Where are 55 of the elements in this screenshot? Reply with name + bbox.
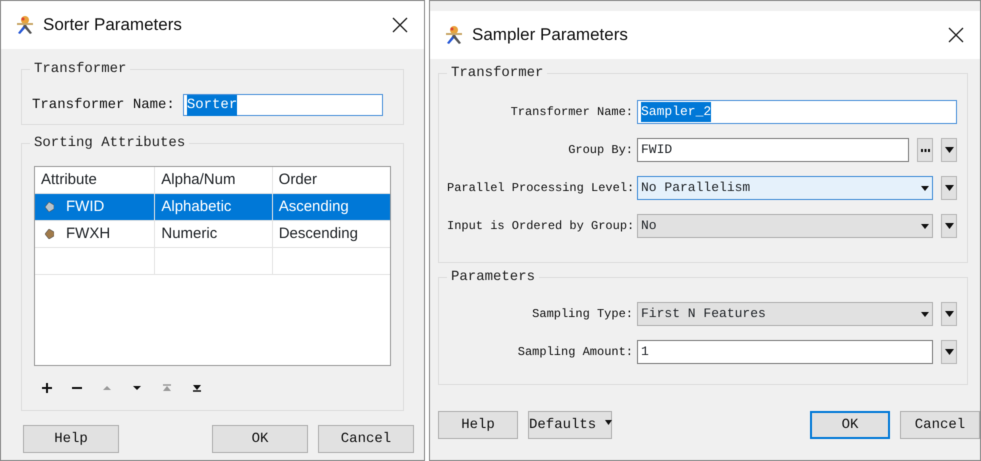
column-header: Alpha/Num bbox=[155, 167, 273, 193]
attribute-icon bbox=[45, 202, 54, 212]
field-label: Sampling Type: bbox=[531, 306, 633, 323]
dropdown-arrow-icon bbox=[921, 186, 929, 190]
text-field[interactable]: FWID bbox=[637, 138, 909, 162]
table-cell-text: Descending bbox=[278, 224, 358, 244]
dialog-button[interactable]: OK bbox=[810, 411, 890, 439]
text-field[interactable]: Sampler_2 bbox=[637, 100, 957, 124]
caret-icon bbox=[944, 311, 954, 317]
dialog-button[interactable]: Cancel bbox=[900, 411, 980, 439]
caret-icon bbox=[944, 223, 954, 229]
dropdown-field[interactable]: First N Features bbox=[637, 302, 933, 326]
ellipsis-icon bbox=[920, 148, 930, 152]
table-cell-text: FWXH bbox=[66, 224, 110, 244]
dialog-button[interactable]: Help bbox=[23, 425, 119, 453]
table-row[interactable]: FWXH Numeric Descending bbox=[35, 221, 390, 248]
dialog-title: Sampler Parameters bbox=[472, 24, 629, 46]
dropdown-button[interactable]: Defaults bbox=[528, 411, 612, 439]
table-row[interactable]: FWID Alphabetic Ascending bbox=[35, 194, 390, 221]
dropdown-field[interactable]: No Parallelism bbox=[637, 176, 933, 200]
field-label: Group By: bbox=[567, 142, 633, 159]
table-cell-text: Numeric bbox=[161, 224, 218, 244]
dialog-title: Sorter Parameters bbox=[43, 14, 183, 36]
dialog-button[interactable]: OK bbox=[212, 425, 308, 453]
table-cell-text: Alphabetic bbox=[161, 196, 232, 217]
menu-button[interactable] bbox=[941, 176, 957, 200]
browse-button[interactable] bbox=[917, 138, 933, 162]
group-legend: Sorting Attributes bbox=[30, 134, 190, 152]
caret-icon bbox=[944, 147, 954, 153]
app-logo-icon bbox=[15, 15, 35, 35]
menu-button[interactable] bbox=[941, 340, 957, 364]
attribute-icon bbox=[45, 229, 54, 239]
menu-button[interactable] bbox=[941, 138, 957, 162]
column-header: Order bbox=[278, 170, 318, 190]
menu-button[interactable] bbox=[941, 214, 957, 238]
dropdown-field[interactable]: No bbox=[637, 214, 933, 238]
field-label: Parallel Processing Level: bbox=[447, 180, 633, 197]
name-field[interactable]: Sorter bbox=[182, 94, 383, 116]
field-label: Input is Ordered by Group: bbox=[447, 218, 633, 235]
table-cell-text: FWID bbox=[66, 196, 104, 217]
caret-icon bbox=[944, 349, 954, 355]
caret-icon bbox=[604, 420, 612, 424]
text-field[interactable]: 1 bbox=[637, 340, 933, 364]
field-label: Sampling Amount: bbox=[516, 344, 633, 361]
caret-icon bbox=[944, 185, 954, 191]
app-logo-icon bbox=[444, 25, 464, 45]
table-cell-text: Ascending bbox=[278, 196, 349, 217]
field-label: Transformer Name: bbox=[32, 96, 175, 114]
dropdown-arrow-icon bbox=[921, 312, 929, 316]
menu-button[interactable] bbox=[941, 302, 957, 326]
dropdown-arrow-icon bbox=[921, 224, 929, 228]
field-label: Transformer Name: bbox=[510, 104, 633, 121]
dialog-button[interactable]: Cancel bbox=[318, 425, 414, 453]
column-header: Attribute bbox=[35, 167, 156, 193]
dialog-button[interactable]: Help bbox=[438, 411, 518, 439]
